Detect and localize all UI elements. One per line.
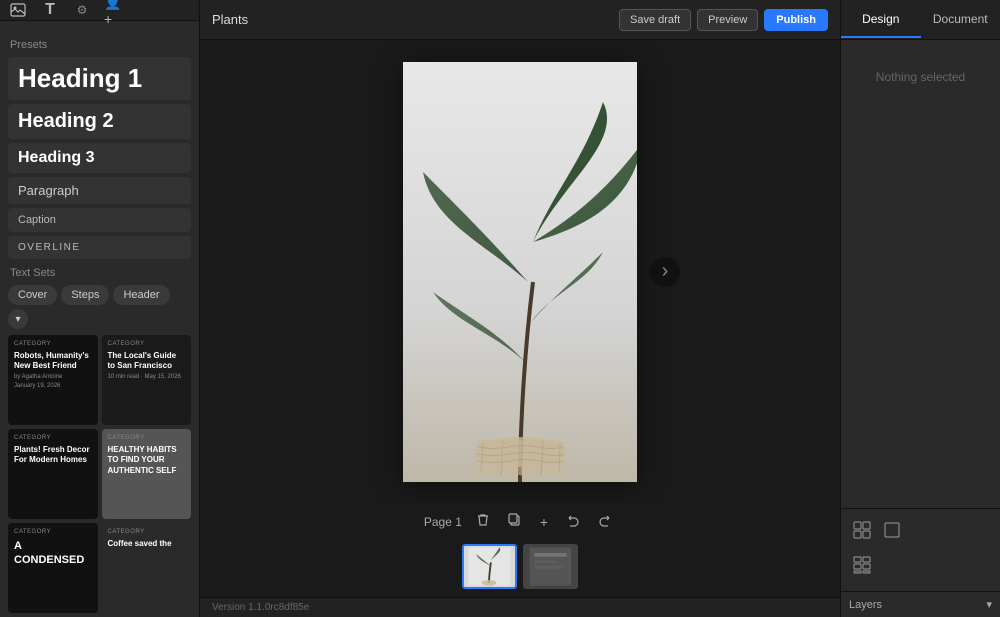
add-page-button[interactable]: + <box>536 512 552 532</box>
text-sets-expand-button[interactable]: ▾ <box>8 309 28 329</box>
card6-category: CATEGORY <box>108 529 186 537</box>
layout-icons <box>849 552 992 583</box>
preset-paragraph[interactable]: Paragraph <box>8 177 191 204</box>
main-content: Plants Save draft Preview Publish <box>200 0 840 617</box>
right-toolbar: Design Document <box>841 0 1000 40</box>
view-mode-icons <box>849 517 992 548</box>
nothing-selected-label: Nothing selected <box>841 40 1000 508</box>
preset-heading1[interactable]: Heading 1 <box>8 57 191 100</box>
text-icon[interactable]: T <box>40 0 60 20</box>
card4-category: CATEGORY <box>108 435 186 443</box>
preset-overline[interactable]: OVERLINE <box>8 236 191 259</box>
page-thumbnails <box>200 540 840 597</box>
thumbnail-page-2[interactable] <box>523 544 578 589</box>
thumbnail-page-1[interactable] <box>462 544 517 589</box>
card1-author: by Agatha Antoine <box>14 374 92 382</box>
single-view-button[interactable] <box>879 517 905 548</box>
preview-card-5[interactable]: CATEGORY A CONDENSED <box>8 523 98 613</box>
duplicate-page-button[interactable] <box>504 511 526 532</box>
card2-category: CATEGORY <box>108 341 186 349</box>
canvas-area: › <box>200 40 840 503</box>
canvas-page[interactable] <box>403 62 637 482</box>
image-icon[interactable] <box>8 0 28 20</box>
preview-card-1[interactable]: CATEGORY Robots, Humanity's New Best Fri… <box>8 335 98 425</box>
tab-cover[interactable]: Cover <box>8 285 57 305</box>
layers-footer[interactable]: Layers ▾ <box>841 591 1000 617</box>
toolbar-buttons: Save draft Preview Publish <box>619 9 828 31</box>
preview-card-2[interactable]: CATEGORY The Local's Guide to San Franci… <box>102 335 192 425</box>
grid-view-button[interactable] <box>849 517 875 548</box>
user-add-icon[interactable]: 👤+ <box>104 0 124 20</box>
top-toolbar: T ⚙ 👤+ <box>0 0 199 21</box>
settings-icon[interactable]: ⚙ <box>72 0 92 20</box>
page-number-label: Page 1 <box>424 515 462 529</box>
card1-title: Robots, Humanity's New Best Friend <box>14 351 92 372</box>
text-sets-label: Text Sets <box>8 267 191 279</box>
card4-title: HEALTHY HABITS TO FIND YOUR AUTHENTIC SE… <box>108 445 186 476</box>
card5-title: A CONDENSED <box>14 539 92 568</box>
card5-category: CATEGORY <box>14 529 92 537</box>
preview-cards-grid: CATEGORY Robots, Humanity's New Best Fri… <box>8 335 191 613</box>
next-page-button[interactable]: › <box>650 257 680 287</box>
right-sidebar: Design Document Nothing selected <box>840 0 1000 617</box>
redo-button[interactable] <box>594 511 616 532</box>
layers-label: Layers <box>849 599 882 611</box>
save-draft-button[interactable]: Save draft <box>619 9 691 31</box>
tab-document[interactable]: Document <box>921 2 1000 38</box>
layers-chevron-icon: ▾ <box>986 598 992 611</box>
card1-category: CATEGORY <box>14 341 92 349</box>
version-bar: Version 1.1.0rc8df85e <box>200 597 840 617</box>
page-title: Plants <box>212 12 248 27</box>
card3-title: Plants! Fresh Decor For Modern Homes <box>14 445 92 466</box>
tab-design[interactable]: Design <box>841 2 921 38</box>
preset-caption[interactable]: Caption <box>8 208 191 232</box>
delete-page-button[interactable] <box>472 511 494 532</box>
main-toolbar: Plants Save draft Preview Publish <box>200 0 840 40</box>
left-sidebar: T ⚙ 👤+ Presets Heading 1 Heading 2 Headi… <box>0 0 200 617</box>
tab-header[interactable]: Header <box>113 285 169 305</box>
text-set-tabs: Cover Steps Header ▾ <box>8 285 191 329</box>
preset-heading3[interactable]: Heading 3 <box>8 143 191 173</box>
tab-steps[interactable]: Steps <box>61 285 109 305</box>
preview-button[interactable]: Preview <box>697 9 758 31</box>
card2-sub: 10 min read · May 15, 2026 <box>108 374 186 382</box>
publish-button[interactable]: Publish <box>764 9 828 31</box>
right-icons <box>841 508 1000 591</box>
preview-card-3[interactable]: CATEGORY Plants! Fresh Decor For Modern … <box>8 429 98 519</box>
preview-card-6[interactable]: CATEGORY Coffee saved the <box>102 523 192 613</box>
card2-title: The Local's Guide to San Francisco <box>108 351 186 372</box>
card3-category: CATEGORY <box>14 435 92 443</box>
card6-title: Coffee saved the <box>108 539 186 549</box>
version-text: Version 1.1.0rc8df85e <box>212 602 309 613</box>
undo-button[interactable] <box>562 511 584 532</box>
preview-card-4[interactable]: CATEGORY HEALTHY HABITS TO FIND YOUR AUT… <box>102 429 192 519</box>
card1-date: January 19, 2026 <box>14 383 92 391</box>
preset-heading2[interactable]: Heading 2 <box>8 104 191 139</box>
presets-label: Presets <box>8 39 191 51</box>
page-controls: Page 1 + <box>200 503 840 540</box>
layout-grid-button[interactable] <box>849 552 875 583</box>
